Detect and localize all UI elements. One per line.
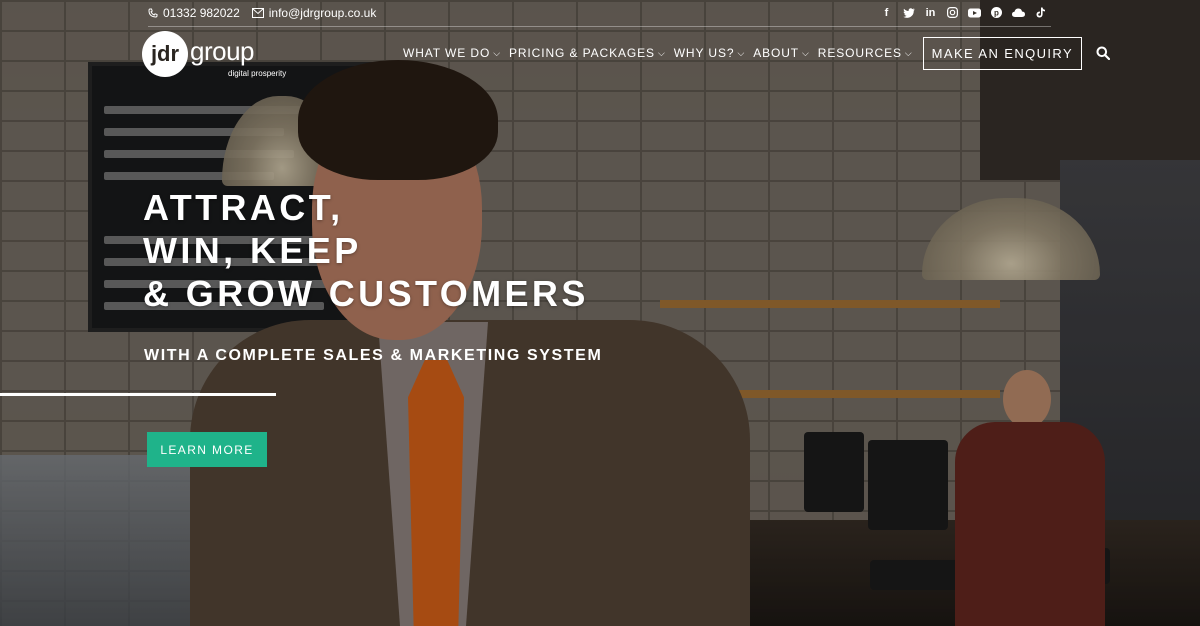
youtube-icon[interactable]	[968, 6, 981, 19]
nav-item-label: WHAT WE DO	[403, 46, 491, 60]
chevron-down-icon: ⌵	[493, 47, 501, 58]
search-icon[interactable]	[1096, 46, 1111, 60]
nav-item-label: WHY US?	[673, 46, 735, 60]
logo-wordmark: group	[190, 36, 255, 66]
email-link[interactable]: info@jdrgroup.co.uk	[251, 6, 377, 20]
chevron-down-icon: ⌵	[904, 47, 913, 58]
nav-item-label: PRICING & PACKAGES	[508, 46, 655, 60]
nav-item-label: RESOURCES	[817, 46, 902, 60]
instagram-icon[interactable]	[946, 6, 959, 19]
phone-icon	[148, 8, 158, 18]
hero-subheadline: WITH A COMPLETE SALES & MARKETING SYSTEM	[144, 347, 603, 364]
slide-progress-fill	[0, 393, 276, 396]
nav-item-pricing-packages[interactable]: PRICING & PACKAGES ⌵	[509, 46, 666, 60]
phone-number: 01332 982022	[163, 6, 240, 20]
contact-info: 01332 982022 info@jdrgroup.co.uk	[148, 6, 376, 20]
tiktok-icon[interactable]	[1034, 6, 1047, 19]
logo-tagline: digital prosperity	[228, 69, 287, 78]
chevron-down-icon: ⌵	[737, 47, 746, 58]
slide-progress-bar	[0, 393, 1200, 396]
twitter-icon[interactable]	[902, 6, 915, 19]
svg-text:p: p	[994, 9, 999, 18]
headline-line: & GROW CUSTOMERS	[143, 273, 589, 314]
headline-line: ATTRACT,	[143, 187, 344, 228]
pinterest-icon[interactable]: p	[990, 6, 1003, 19]
chevron-down-icon: ⌵	[802, 47, 810, 58]
make-an-enquiry-button[interactable]: MAKE AN ENQUIRY	[922, 36, 1083, 70]
nav-item-what-we-do[interactable]: WHAT WE DO ⌵	[403, 46, 501, 60]
nav-item-about[interactable]: ABOUT ⌵	[753, 46, 810, 60]
top-bar: 01332 982022 info@jdrgroup.co.uk f in p	[148, 0, 1051, 27]
linkedin-icon[interactable]: in	[924, 6, 937, 19]
hero-headline: ATTRACT, WIN, KEEP & GROW CUSTOMERS	[143, 186, 589, 315]
nav-item-label: ABOUT	[753, 46, 800, 60]
social-links: f in p	[880, 6, 1047, 19]
phone-link[interactable]: 01332 982022	[148, 6, 240, 20]
facebook-icon[interactable]: f	[880, 6, 893, 19]
nav-item-why-us[interactable]: WHY US? ⌵	[674, 46, 746, 60]
email-address: info@jdrgroup.co.uk	[268, 6, 377, 20]
chevron-down-icon: ⌵	[657, 47, 666, 58]
mail-icon	[251, 8, 264, 18]
logo-mark: jdr	[142, 31, 188, 77]
cloud-icon[interactable]	[1012, 6, 1025, 19]
headline-line: WIN, KEEP	[143, 230, 362, 271]
logo[interactable]: jdr group digital prosperity	[142, 31, 286, 81]
main-nav: WHAT WE DO ⌵ PRICING & PACKAGES ⌵ WHY US…	[403, 36, 1111, 70]
nav-item-resources[interactable]: RESOURCES ⌵	[818, 46, 913, 60]
learn-more-button[interactable]: LEARN MORE	[147, 432, 267, 467]
